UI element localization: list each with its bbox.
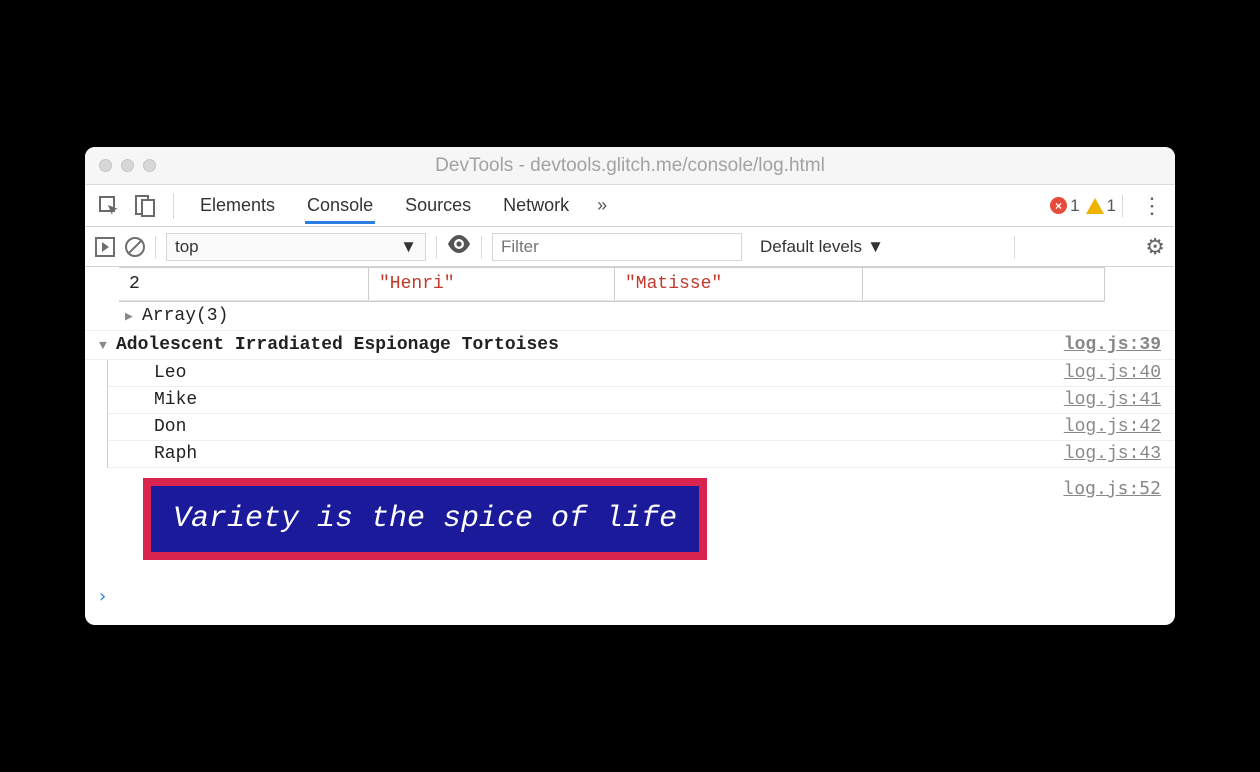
table-row[interactable]: 2 "Henri" "Matisse": [119, 267, 1105, 301]
levels-label: Default levels: [760, 237, 862, 257]
source-link[interactable]: log.js:52: [1063, 478, 1161, 499]
error-count: 1: [1070, 196, 1079, 216]
console-group-header[interactable]: ▼ Adolescent Irradiated Espionage Tortoi…: [85, 331, 1175, 360]
prompt-chevron-icon: ›: [97, 586, 108, 607]
tab-sources[interactable]: Sources: [403, 187, 473, 224]
cell-index: 2: [119, 267, 369, 300]
divider: [436, 236, 437, 258]
warning-count: 1: [1107, 196, 1116, 216]
divider: [1122, 195, 1123, 217]
cell-last: "Matisse": [615, 267, 863, 300]
window-title: DevTools - devtools.glitch.me/console/lo…: [85, 155, 1175, 177]
styled-log-text: Variety is the spice of life: [143, 478, 707, 560]
console-group-children: Leo log.js:40 Mike log.js:41 Don log.js:…: [85, 360, 1175, 468]
source-link[interactable]: log.js:40: [1064, 363, 1161, 383]
tab-network[interactable]: Network: [501, 187, 571, 224]
toggle-sidebar-icon[interactable]: [95, 237, 115, 257]
log-levels-selector[interactable]: Default levels ▼: [760, 237, 884, 257]
panel-tabbar: Elements Console Sources Network » × 1 1…: [85, 185, 1175, 227]
inspect-element-icon[interactable]: [95, 192, 123, 220]
tabs: Elements Console Sources Network: [198, 187, 571, 224]
source-link[interactable]: log.js:41: [1064, 390, 1161, 410]
more-tabs-icon[interactable]: »: [597, 195, 607, 216]
log-text: Don: [154, 417, 186, 437]
kebab-menu-icon[interactable]: ⋮: [1129, 193, 1165, 219]
filter-input[interactable]: [492, 233, 742, 261]
tab-console[interactable]: Console: [305, 187, 375, 224]
divider: [173, 193, 174, 219]
source-link[interactable]: log.js:43: [1064, 444, 1161, 464]
devtools-window: DevTools - devtools.glitch.me/console/lo…: [85, 147, 1175, 625]
source-link[interactable]: log.js:39: [1064, 335, 1161, 355]
collapse-arrow-icon[interactable]: ▼: [99, 338, 113, 353]
log-text: Raph: [154, 444, 197, 464]
context-selector[interactable]: top ▼: [166, 233, 426, 261]
array-preview-line[interactable]: ▶ Array(3): [85, 302, 1175, 331]
group-title: Adolescent Irradiated Espionage Tortoise…: [116, 335, 559, 355]
divider: [481, 236, 482, 258]
list-item[interactable]: Leo log.js:40: [107, 360, 1175, 387]
clear-console-icon[interactable]: [125, 237, 145, 257]
chevron-down-icon: ▼: [400, 237, 417, 257]
device-toolbar-icon[interactable]: [131, 192, 159, 220]
warning-badge[interactable]: 1: [1086, 196, 1116, 216]
titlebar: DevTools - devtools.glitch.me/console/lo…: [85, 147, 1175, 185]
list-item[interactable]: Raph log.js:43: [107, 441, 1175, 468]
settings-gear-icon[interactable]: ⚙: [1145, 234, 1165, 260]
error-badge[interactable]: × 1: [1050, 196, 1079, 216]
warning-icon: [1086, 198, 1104, 214]
live-expression-icon[interactable]: [447, 235, 471, 259]
divider: [155, 236, 156, 258]
console-prompt[interactable]: ›: [85, 580, 1175, 625]
divider: [1014, 236, 1015, 258]
styled-log-line[interactable]: Variety is the spice of life log.js:52: [85, 468, 1175, 580]
tab-elements[interactable]: Elements: [198, 187, 277, 224]
source-link[interactable]: log.js:42: [1064, 417, 1161, 437]
cell-first: "Henri": [369, 267, 615, 300]
chevron-down-icon: ▼: [867, 237, 884, 257]
log-text: Mike: [154, 390, 197, 410]
context-value: top: [175, 237, 199, 257]
list-item[interactable]: Mike log.js:41: [107, 387, 1175, 414]
list-item[interactable]: Don log.js:42: [107, 414, 1175, 441]
cell-empty: [863, 267, 1105, 300]
console-body: 2 "Henri" "Matisse" ▶ Array(3) ▼ Adolesc…: [85, 267, 1175, 625]
array-preview: Array(3): [142, 306, 228, 326]
console-table: 2 "Henri" "Matisse": [119, 267, 1105, 302]
console-toolbar: top ▼ Default levels ▼ ⚙: [85, 227, 1175, 267]
log-text: Leo: [154, 363, 186, 383]
expand-arrow-icon[interactable]: ▶: [125, 309, 139, 324]
error-icon: ×: [1050, 197, 1067, 214]
